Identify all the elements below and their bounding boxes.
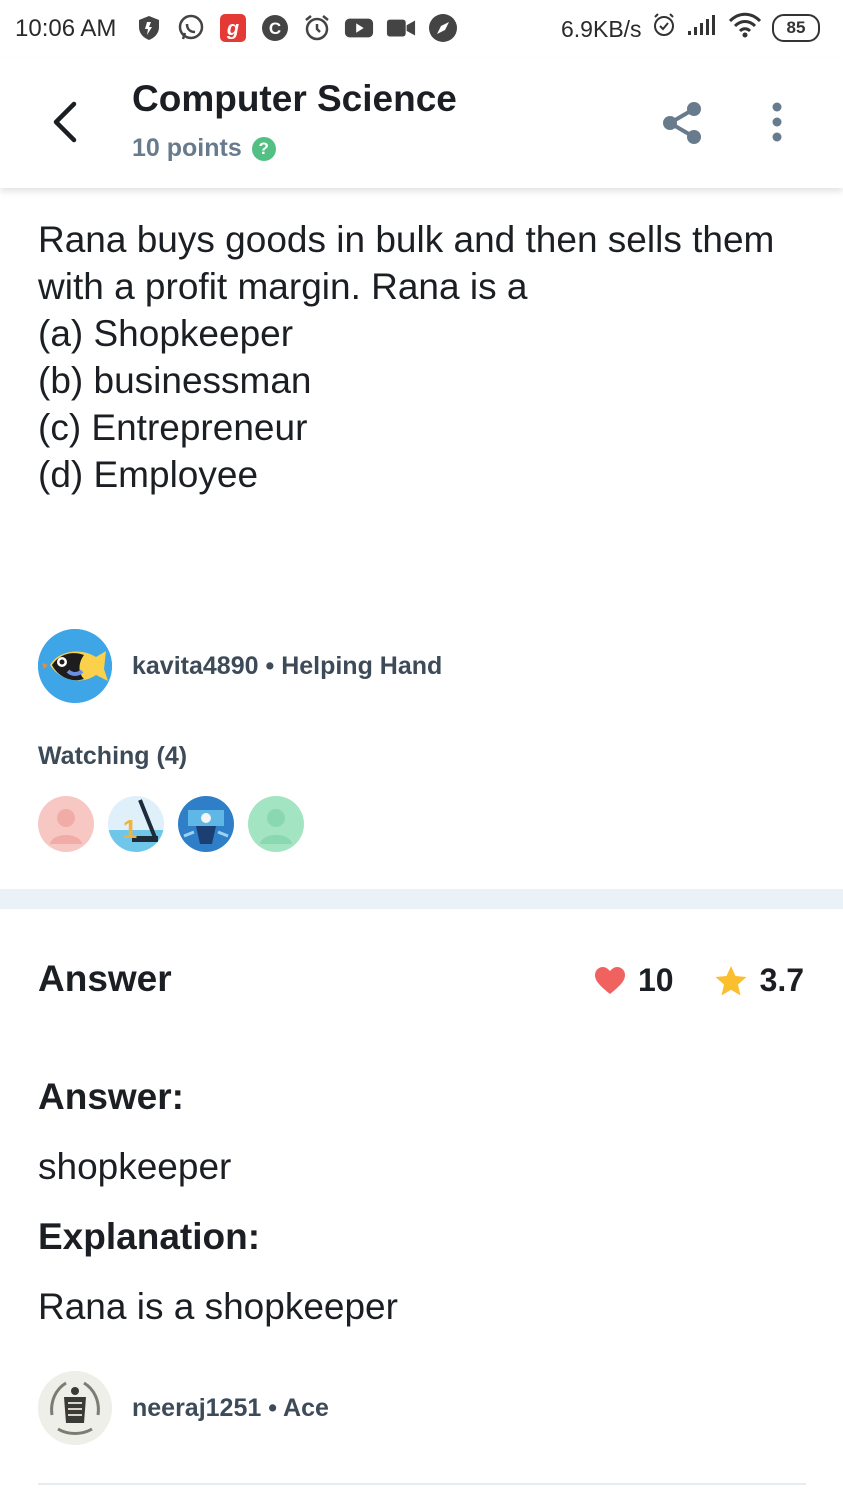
explanation-label: Explanation: [38, 1216, 261, 1257]
watcher-avatar[interactable] [248, 796, 304, 852]
battery-indicator: 85 [772, 13, 820, 42]
share-icon [663, 102, 701, 144]
author-username[interactable]: kavita4890 [132, 652, 259, 680]
gaana-icon: g [218, 13, 248, 43]
svg-text:1: 1 [123, 814, 137, 844]
points-row: 10 points ? [132, 134, 276, 163]
network-speed: 6.9KB/s [561, 16, 642, 42]
answer-heading: Answer [38, 958, 172, 999]
alarm-small-icon [652, 13, 676, 42]
watcher-avatar[interactable] [38, 796, 94, 852]
option-c: (c) Entrepreneur [38, 407, 308, 448]
subject-title: Computer Science [132, 78, 457, 119]
author-rank: Helping Hand [281, 651, 443, 680]
fish-avatar-icon [38, 629, 112, 703]
question-text: Rana buys goods in bulk and then sells t… [38, 219, 775, 307]
status-bar: 10:06 AM g C 6.9KB/s 85 [0, 0, 843, 58]
more-options-button[interactable] [764, 102, 790, 146]
alarm-icon [302, 13, 332, 43]
answer-text: shopkeeper [38, 1146, 232, 1187]
emblem-avatar-icon [38, 1371, 112, 1445]
separator-dot: • [268, 1393, 277, 1422]
answerer-rank: Ace [283, 1393, 329, 1422]
watcher-avatar[interactable]: 1 [108, 796, 164, 852]
wifi-icon [728, 12, 762, 43]
heart-icon [595, 966, 625, 994]
svg-text:C: C [269, 19, 281, 38]
question-author[interactable]: kavita4890 • Helping Hand [38, 629, 442, 703]
explanation-text: Rana is a shopkeeper [38, 1286, 398, 1327]
more-vertical-icon [772, 102, 782, 142]
rating-value: 3.7 [759, 962, 805, 998]
option-d: (d) Employee [38, 454, 259, 495]
option-b: (b) businessman [38, 360, 312, 401]
c-app-icon: C [260, 13, 290, 43]
rating-stat[interactable]: 3.7 [714, 962, 804, 999]
author-info: kavita4890 • Helping Hand [132, 652, 442, 681]
signal-icon [686, 13, 718, 42]
avatar[interactable] [38, 1371, 112, 1445]
status-system-icons: 85 [652, 12, 820, 43]
watchers-list: 1 [38, 796, 304, 852]
bottom-divider [38, 1483, 806, 1485]
question-content: Rana buys goods in bulk and then sells t… [38, 216, 818, 498]
watching-label: Watching (4) [38, 742, 188, 770]
avatar[interactable] [38, 629, 112, 703]
answerer-username[interactable]: neeraj1251 [132, 1394, 261, 1422]
separator-dot: • [265, 651, 275, 680]
svg-text:g: g [226, 18, 239, 40]
answer-author[interactable]: neeraj1251 • Ace [38, 1371, 329, 1445]
status-notification-icons: g C [134, 13, 458, 43]
whatsapp-icon [176, 13, 206, 43]
back-button[interactable] [46, 98, 86, 146]
help-icon[interactable]: ? [251, 136, 276, 161]
video-icon [386, 13, 416, 43]
youtube-icon [344, 13, 374, 43]
answer-stats: 10 3.7 [594, 962, 804, 999]
app-header: Computer Science 10 points ? [0, 58, 843, 188]
answer-label: Answer: [38, 1076, 184, 1117]
thanks-stat[interactable]: 10 [594, 962, 674, 999]
shield-icon [134, 13, 164, 43]
section-divider [0, 889, 843, 909]
status-time: 10:06 AM [15, 15, 117, 42]
points-label: 10 points [132, 134, 242, 162]
thanks-count: 10 [638, 962, 674, 998]
option-a: (a) Shopkeeper [38, 313, 294, 354]
chevron-left-icon [53, 101, 77, 143]
answer-body: Answer: shopkeeper Explanation: Rana is … [38, 1074, 818, 1330]
star-icon [715, 965, 747, 995]
compass-icon [428, 13, 458, 43]
answerer-info: neeraj1251 • Ace [132, 1394, 329, 1423]
share-button[interactable] [660, 100, 704, 146]
watcher-avatar[interactable] [178, 796, 234, 852]
